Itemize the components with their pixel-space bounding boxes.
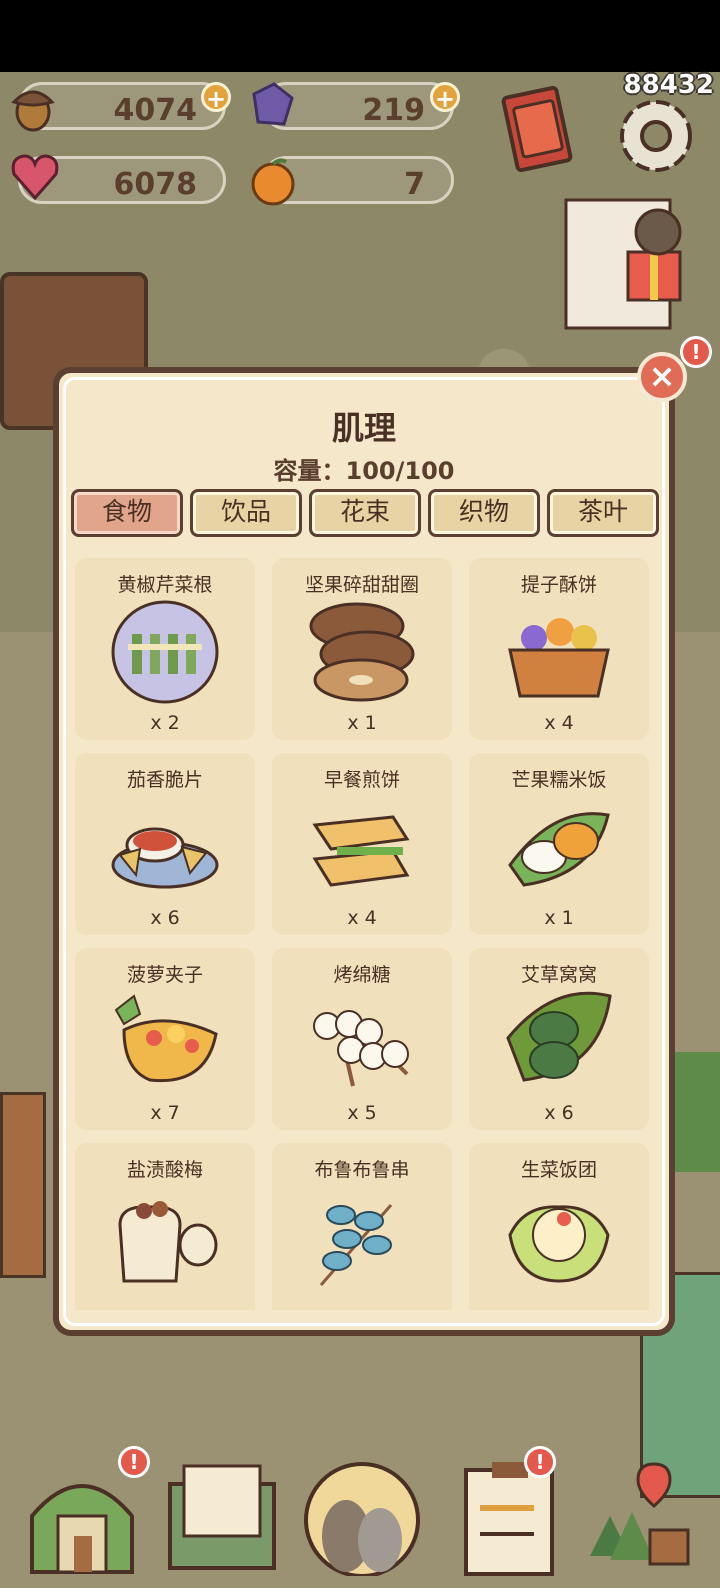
tab-tea[interactable]: 茶叶	[547, 489, 659, 537]
add-gem-button[interactable]: +	[430, 82, 460, 113]
item-name: 艾草窝窝	[520, 964, 597, 986]
orange-value: 7	[404, 167, 425, 202]
settings-gear-icon[interactable]	[612, 92, 700, 180]
item-card[interactable]: 艾草窝窝 x 6	[469, 948, 649, 1130]
item-card[interactable]: 茄香脆片 x 6	[75, 753, 255, 935]
candy-skewer-icon	[319, 1204, 393, 1286]
tab-fabrics[interactable]: 织物	[428, 489, 540, 537]
gem-icon	[252, 82, 294, 126]
item-card[interactable]: 生菜饭团	[469, 1143, 649, 1310]
tab-drinks[interactable]: 饮品	[190, 489, 302, 537]
item-card[interactable]: 提子酥饼 x 4	[469, 558, 649, 740]
cabinet	[0, 1092, 46, 1278]
item-card[interactable]: 芒果糯米饭 x 1	[469, 753, 649, 935]
item-card[interactable]: 早餐煎饼 x 4	[272, 753, 452, 935]
mail-envelope-icon[interactable]	[162, 1456, 282, 1576]
item-name: 早餐煎饼	[323, 769, 400, 791]
item-name: 烤绵糖	[333, 964, 391, 986]
bottom-nav	[0, 1420, 720, 1588]
item-count: x 1	[347, 712, 377, 734]
sandwich-icon	[312, 815, 410, 887]
chips-dip-icon	[111, 827, 219, 889]
inventory-panel: 肌理 容量：100/100 食物 饮品 花束 织物 茶叶 黄椒芹菜根 x 2 坚…	[53, 367, 675, 1336]
item-name: 菠萝夹子	[126, 964, 203, 986]
item-card[interactable]: 布鲁布鲁串	[272, 1143, 452, 1310]
item-card[interactable]: 烤绵糖 x 5	[272, 948, 452, 1130]
status-bar	[0, 0, 720, 72]
map-location-icon[interactable]	[580, 1456, 700, 1576]
heart-value: 6078	[113, 167, 198, 202]
item-card[interactable]: 菠萝夹子 x 7	[75, 948, 255, 1130]
alert-badge: !	[680, 336, 712, 368]
add-acorn-button[interactable]: +	[201, 82, 231, 113]
item-card[interactable]: 黄椒芹菜根 x 2	[75, 558, 255, 740]
heart-icon	[11, 154, 59, 201]
acorn-value: 4074	[113, 93, 198, 128]
item-count: x 7	[150, 1102, 180, 1124]
item-count: x 4	[347, 907, 377, 929]
item-count: x 6	[544, 1102, 574, 1124]
task-alert-badge: !	[524, 1446, 556, 1478]
capacity-label: 容量：100/100	[273, 457, 455, 485]
item-count: x 4	[544, 712, 574, 734]
item-count: x 6	[150, 907, 180, 929]
gem-value: 219	[362, 93, 425, 128]
task-clipboard-icon[interactable]	[452, 1456, 572, 1576]
item-card[interactable]: 坚果碎甜甜圈 x 1	[272, 558, 452, 740]
close-button[interactable]: ×	[637, 352, 687, 402]
panel-title: 肌理	[331, 409, 396, 447]
item-grid: 黄椒芹菜根 x 2 坚果碎甜甜圈 x 1 提子酥饼 x 4 茄香脆片 x 6 早…	[75, 558, 665, 1310]
item-count: x 5	[347, 1102, 377, 1124]
pineapple-boat-icon	[114, 994, 218, 1083]
item-name: 提子酥饼	[520, 574, 597, 596]
item-name: 生菜饭团	[520, 1159, 597, 1181]
item-name: 盐渍酸梅	[126, 1159, 203, 1181]
celery-plate-icon	[111, 600, 219, 704]
item-count: x 1	[544, 907, 574, 929]
house-alert-badge: !	[118, 1446, 150, 1478]
item-name: 坚果碎甜甜圈	[304, 574, 419, 596]
category-tabs: 食物 饮品 花束 织物 茶叶	[71, 489, 659, 541]
item-name: 茄香脆片	[126, 769, 203, 791]
item-card[interactable]: 盐渍酸梅	[75, 1143, 255, 1310]
item-count: x 2	[150, 712, 180, 734]
mango-rice-icon	[508, 812, 610, 887]
mugwort-cake-icon	[506, 991, 612, 1082]
plum-jar-icon	[118, 1201, 218, 1283]
item-name: 芒果糯米饭	[511, 769, 607, 791]
gift-event-icon[interactable]	[562, 196, 692, 334]
fruit-basket-icon	[508, 618, 610, 698]
friends-badge-icon[interactable]	[302, 1456, 422, 1576]
lettuce-riceball-icon	[508, 1205, 610, 1283]
item-name: 黄椒芹菜根	[117, 574, 213, 596]
marshmallow-skewer-icon	[313, 1010, 409, 1087]
donut-stack-icon	[309, 602, 415, 702]
card-album-icon[interactable]	[492, 82, 582, 182]
orange-icon	[251, 158, 295, 206]
tab-bouquets[interactable]: 花束	[309, 489, 421, 537]
item-name: 布鲁布鲁串	[314, 1159, 410, 1181]
tab-food[interactable]: 食物	[71, 489, 183, 537]
acorn-icon	[11, 90, 55, 132]
